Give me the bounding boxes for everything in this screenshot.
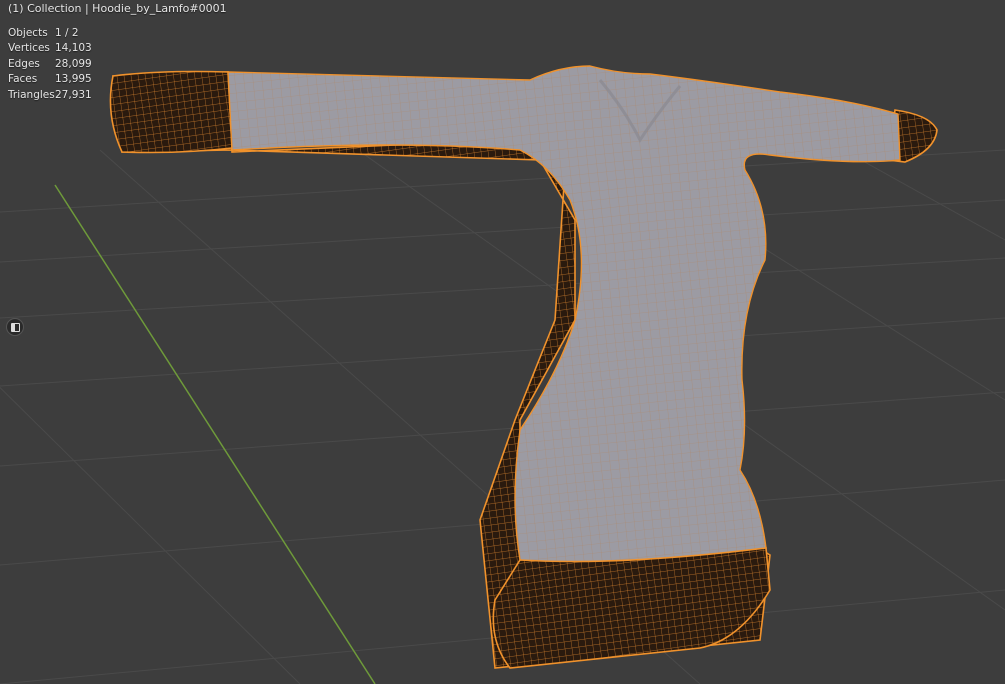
stat-label: Vertices bbox=[8, 42, 50, 55]
stat-triangles: Triangles 27,931 bbox=[8, 88, 92, 103]
hoodie-mesh[interactable] bbox=[109, 65, 938, 669]
stat-value: 13,995 bbox=[55, 73, 92, 86]
stat-value: 14,103 bbox=[55, 42, 92, 55]
hem-band bbox=[492, 547, 771, 669]
left-cuff bbox=[109, 70, 233, 154]
stat-value: 1 / 2 bbox=[55, 27, 79, 39]
scene-statistics: Objects 1 / 2 Vertices 14,103 Edges 28,0… bbox=[8, 26, 92, 103]
stat-value: 28,099 bbox=[55, 57, 92, 70]
toggle-sidebar-icon[interactable] bbox=[6, 318, 24, 336]
stat-value: 27,931 bbox=[55, 88, 92, 101]
viewport-canvas[interactable] bbox=[0, 0, 1005, 684]
stat-label: Triangles bbox=[8, 88, 55, 101]
stat-faces: Faces 13,995 bbox=[8, 72, 92, 87]
collection-label: (1) Collection | Hoodie_by_Lamfo#0001 bbox=[8, 2, 227, 15]
3d-viewport[interactable]: (1) Collection | Hoodie_by_Lamfo#0001 Ob… bbox=[0, 0, 1005, 684]
stat-label: Faces bbox=[8, 73, 38, 86]
stat-label: Edges bbox=[8, 57, 40, 70]
stat-edges: Edges 28,099 bbox=[8, 57, 92, 72]
stat-vertices: Vertices 14,103 bbox=[8, 41, 92, 56]
stat-label: Objects bbox=[8, 27, 48, 39]
stat-objects: Objects 1 / 2 bbox=[8, 26, 92, 41]
y-axis-line bbox=[54, 184, 376, 684]
toggle-sidebar-glyph bbox=[10, 322, 20, 332]
